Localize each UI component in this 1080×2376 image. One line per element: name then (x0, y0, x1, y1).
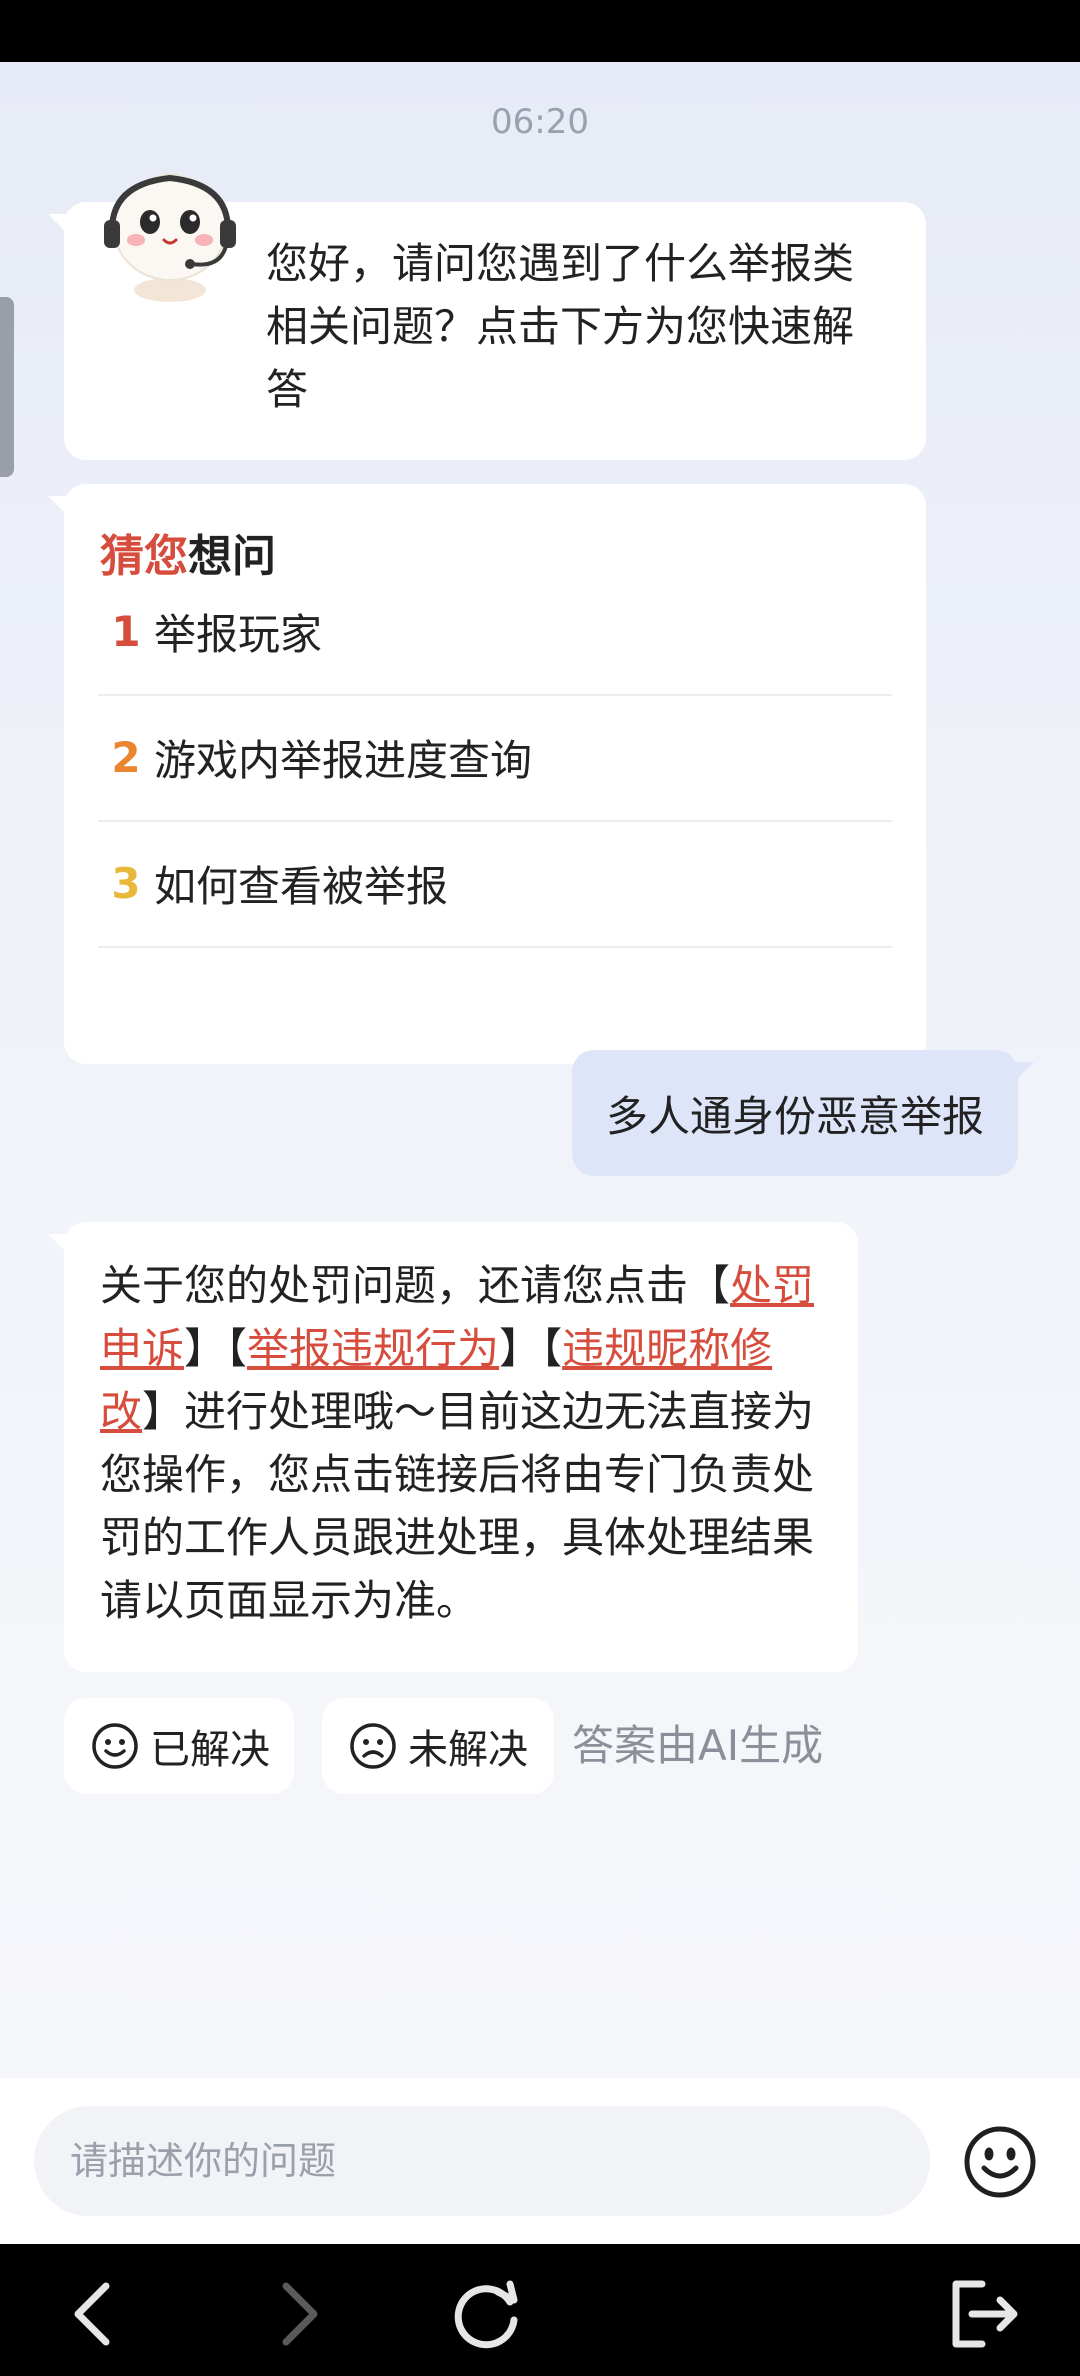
suggested-question-2[interactable]: 2 游戏内举报进度查询 (98, 694, 892, 822)
sad-face-icon (350, 1723, 396, 1769)
resolved-button[interactable]: 已解决 (64, 1698, 294, 1794)
ai-generated-note: 答案由AI生成 (572, 1721, 824, 1770)
suggested-question-1[interactable]: 1 举报玩家 (98, 568, 892, 696)
question-number: 2 (111, 732, 141, 782)
unresolved-button[interactable]: 未解决 (322, 1698, 554, 1794)
refresh-icon[interactable] (448, 2274, 528, 2354)
suggested-questions-card: 猜您想问 1 举报玩家 2 游戏内举报进度查询 3 如何查看被举报 (48, 484, 926, 1064)
resolved-label: 已解决 (150, 1727, 270, 1773)
happy-face-icon (92, 1723, 138, 1769)
answer-intro: 关于您的处罚问题，还请您点击 (100, 1261, 689, 1310)
chat-area[interactable]: 06:20 您好，请问您遇到了什么举报类相关问题？点击下方为您快速解答 猜您想问… (0, 62, 1080, 2078)
answer-outro: 进行处理哦～目前这边无法直接为您操作，您点击链接后将由专门负责处罚的工作人员跟进… (100, 1387, 815, 1625)
question-number: 1 (111, 606, 141, 656)
back-arrow-icon[interactable] (56, 2274, 136, 2354)
greeting-text: 您好，请问您遇到了什么举报类相关问题？点击下方为您快速解答 (266, 239, 855, 414)
bot-answer-bubble: 关于您的处罚问题，还请您点击【处罚申诉】【举报违规行为】【违规昵称修改】进行处理… (48, 1222, 858, 1672)
status-bar (0, 0, 1080, 62)
link-report-violation[interactable]: 举报违规行为 (247, 1324, 499, 1373)
suggested-question-3[interactable]: 3 如何查看被举报 (98, 820, 892, 948)
question-input[interactable] (34, 2106, 930, 2216)
question-text: 举报玩家 (154, 609, 323, 659)
unresolved-label: 未解决 (408, 1727, 528, 1773)
browser-nav-bar (0, 2244, 1080, 2376)
input-bar (0, 2078, 1080, 2244)
question-number: 3 (111, 858, 141, 908)
smiley-icon[interactable] (962, 2124, 1038, 2200)
user-message-text: 多人通身份恶意举报 (605, 1091, 984, 1141)
message-timestamp: 06:20 (491, 102, 589, 142)
bot-avatar (104, 173, 236, 302)
question-text: 游戏内举报进度查询 (154, 735, 533, 785)
question-text: 如何查看被举报 (154, 861, 449, 911)
exit-icon[interactable] (942, 2274, 1022, 2354)
user-message-bubble: 多人通身份恶意举报 (572, 1050, 1034, 1176)
side-drawer-handle[interactable] (0, 297, 14, 477)
forward-arrow-icon[interactable] (256, 2274, 336, 2354)
